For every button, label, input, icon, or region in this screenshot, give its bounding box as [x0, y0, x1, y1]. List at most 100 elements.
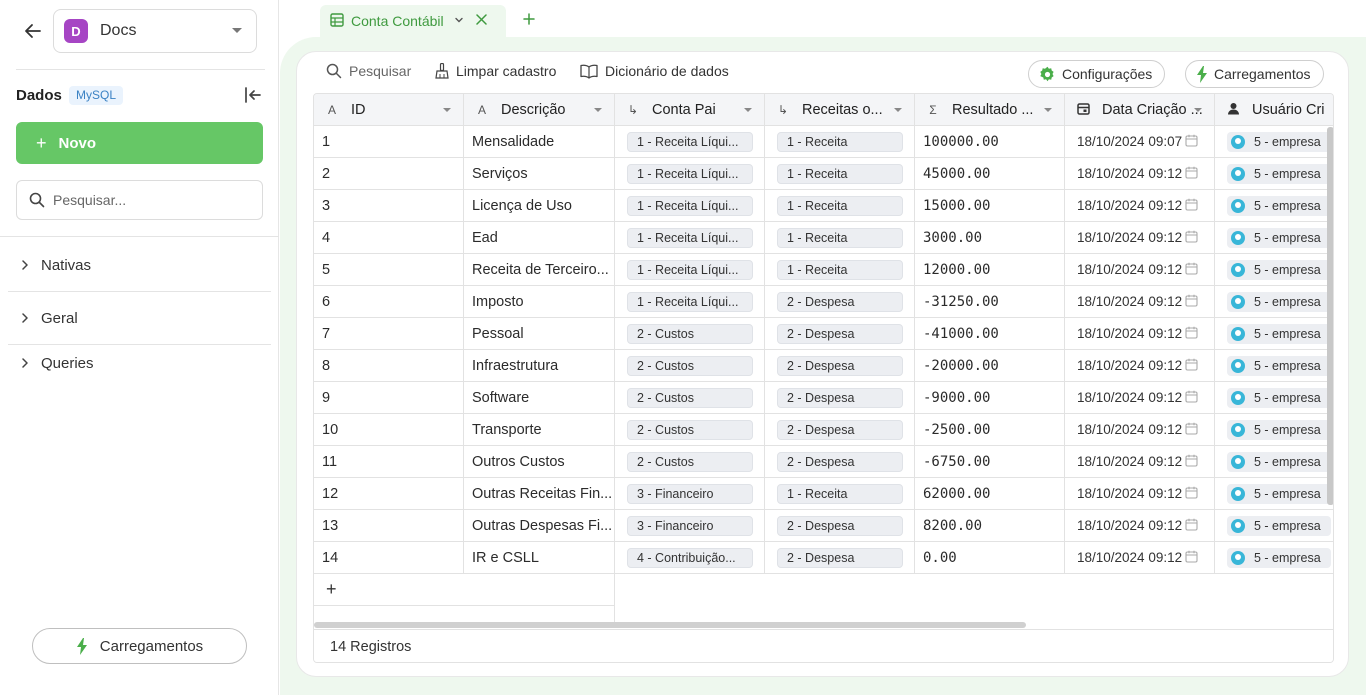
cell-id[interactable]: 7: [314, 318, 464, 350]
cell-desc[interactable]: Infraestrutura: [464, 350, 615, 382]
cell-usuario[interactable]: 5 - empresa: [1215, 254, 1333, 286]
cell-id[interactable]: 6: [314, 286, 464, 318]
cell-desc[interactable]: Ead: [464, 222, 615, 254]
cell-data[interactable]: 18/10/2024 09:12: [1065, 478, 1215, 510]
column-header[interactable]: ↳ Receitas o...: [765, 94, 915, 126]
cell-conta_pai[interactable]: 1 - Receita Líqui...: [615, 222, 765, 254]
caret-down-icon[interactable]: [744, 108, 752, 112]
cell-data[interactable]: 18/10/2024 09:12: [1065, 222, 1215, 254]
cell-data[interactable]: 18/10/2024 09:12: [1065, 382, 1215, 414]
search-button[interactable]: Pesquisar: [326, 63, 411, 79]
cell-resultado[interactable]: -9000.00: [915, 382, 1065, 414]
cell-receitas[interactable]: 1 - Receita: [765, 126, 915, 158]
cell-usuario[interactable]: 5 - empresa: [1215, 446, 1333, 478]
tree-item-queries[interactable]: Queries: [8, 341, 271, 385]
caret-down-icon[interactable]: [443, 108, 451, 112]
cell-resultado[interactable]: 0.00: [915, 542, 1065, 574]
cell-receitas[interactable]: 2 - Despesa: [765, 510, 915, 542]
cell-id[interactable]: 9: [314, 382, 464, 414]
cell-data[interactable]: 18/10/2024 09:12: [1065, 190, 1215, 222]
cell-resultado[interactable]: -31250.00: [915, 286, 1065, 318]
cell-conta_pai[interactable]: 1 - Receita Líqui...: [615, 126, 765, 158]
cell-conta_pai[interactable]: 1 - Receita Líqui...: [615, 190, 765, 222]
cell-conta_pai[interactable]: 2 - Custos: [615, 414, 765, 446]
cell-desc[interactable]: Licença de Uso: [464, 190, 615, 222]
cell-resultado[interactable]: -2500.00: [915, 414, 1065, 446]
cell-id[interactable]: 3: [314, 190, 464, 222]
cell-data[interactable]: 18/10/2024 09:12: [1065, 414, 1215, 446]
tree-item-nativas[interactable]: Nativas: [8, 243, 271, 287]
tab-conta-contabil[interactable]: Conta Contábil: [320, 5, 506, 37]
cell-data[interactable]: 18/10/2024 09:12: [1065, 254, 1215, 286]
cell-usuario[interactable]: 5 - empresa: [1215, 318, 1333, 350]
cell-receitas[interactable]: 1 - Receita: [765, 158, 915, 190]
cell-resultado[interactable]: -20000.00: [915, 350, 1065, 382]
add-row-button[interactable]: +: [314, 574, 615, 606]
column-header[interactable]: Data Criação ...: [1065, 94, 1215, 126]
column-header[interactable]: A Descrição: [464, 94, 615, 126]
data-dictionary-button[interactable]: Dicionário de dados: [580, 63, 729, 79]
cell-receitas[interactable]: 1 - Receita: [765, 478, 915, 510]
cell-id[interactable]: 8: [314, 350, 464, 382]
sidebar-search[interactable]: [16, 180, 263, 220]
project-select[interactable]: D Docs: [53, 9, 257, 53]
sidebar-search-input[interactable]: [53, 192, 243, 208]
cell-receitas[interactable]: 1 - Receita: [765, 222, 915, 254]
cell-desc[interactable]: Outras Despesas Fi...: [464, 510, 615, 542]
cell-data[interactable]: 18/10/2024 09:12: [1065, 510, 1215, 542]
back-button[interactable]: [22, 20, 44, 42]
caret-down-icon[interactable]: [1194, 108, 1202, 112]
new-button[interactable]: + Novo: [16, 122, 263, 164]
cell-conta_pai[interactable]: 1 - Receita Líqui...: [615, 158, 765, 190]
cell-usuario[interactable]: 5 - empresa: [1215, 158, 1333, 190]
column-header[interactable]: ↳ Conta Pai: [615, 94, 765, 126]
cell-receitas[interactable]: 2 - Despesa: [765, 446, 915, 478]
horizontal-scrollbar[interactable]: [314, 622, 1026, 628]
cell-receitas[interactable]: 2 - Despesa: [765, 318, 915, 350]
cell-resultado[interactable]: -6750.00: [915, 446, 1065, 478]
cell-resultado[interactable]: 3000.00: [915, 222, 1065, 254]
vertical-scrollbar[interactable]: [1327, 127, 1333, 505]
cell-receitas[interactable]: 2 - Despesa: [765, 286, 915, 318]
cell-resultado[interactable]: 100000.00: [915, 126, 1065, 158]
cell-receitas[interactable]: 2 - Despesa: [765, 350, 915, 382]
cell-data[interactable]: 18/10/2024 09:12: [1065, 446, 1215, 478]
cell-resultado[interactable]: -41000.00: [915, 318, 1065, 350]
cell-receitas[interactable]: 2 - Despesa: [765, 542, 915, 574]
cell-resultado[interactable]: 8200.00: [915, 510, 1065, 542]
cell-conta_pai[interactable]: 2 - Custos: [615, 446, 765, 478]
column-header[interactable]: A ID: [314, 94, 464, 126]
cell-desc[interactable]: Serviços: [464, 158, 615, 190]
clear-records-button[interactable]: Limpar cadastro: [435, 63, 556, 79]
cell-desc[interactable]: Software: [464, 382, 615, 414]
cell-id[interactable]: 12: [314, 478, 464, 510]
cell-desc[interactable]: IR e CSLL: [464, 542, 615, 574]
cell-data[interactable]: 18/10/2024 09:12: [1065, 318, 1215, 350]
cell-id[interactable]: 11: [314, 446, 464, 478]
cell-receitas[interactable]: 2 - Despesa: [765, 414, 915, 446]
cell-usuario[interactable]: 5 - empresa: [1215, 382, 1333, 414]
cell-conta_pai[interactable]: 1 - Receita Líqui...: [615, 254, 765, 286]
cell-usuario[interactable]: 5 - empresa: [1215, 478, 1333, 510]
settings-button[interactable]: Configurações: [1028, 60, 1166, 88]
cell-conta_pai[interactable]: 4 - Contribuição...: [615, 542, 765, 574]
cell-data[interactable]: 18/10/2024 09:12: [1065, 350, 1215, 382]
cell-conta_pai[interactable]: 2 - Custos: [615, 318, 765, 350]
cell-id[interactable]: 5: [314, 254, 464, 286]
cell-usuario[interactable]: 5 - empresa: [1215, 510, 1333, 542]
cell-conta_pai[interactable]: 3 - Financeiro: [615, 510, 765, 542]
cell-id[interactable]: 4: [314, 222, 464, 254]
tree-item-geral[interactable]: Geral: [8, 296, 271, 340]
collapse-sidebar-button[interactable]: [243, 85, 263, 105]
cell-desc[interactable]: Mensalidade: [464, 126, 615, 158]
cell-id[interactable]: 2: [314, 158, 464, 190]
cell-usuario[interactable]: 5 - empresa: [1215, 222, 1333, 254]
loads-button[interactable]: Carregamentos: [1185, 60, 1324, 88]
cell-data[interactable]: 18/10/2024 09:12: [1065, 286, 1215, 318]
cell-conta_pai[interactable]: 2 - Custos: [615, 350, 765, 382]
cell-data[interactable]: 18/10/2024 09:07: [1065, 126, 1215, 158]
cell-receitas[interactable]: 1 - Receita: [765, 254, 915, 286]
cell-resultado[interactable]: 62000.00: [915, 478, 1065, 510]
cell-id[interactable]: 10: [314, 414, 464, 446]
cell-conta_pai[interactable]: 3 - Financeiro: [615, 478, 765, 510]
